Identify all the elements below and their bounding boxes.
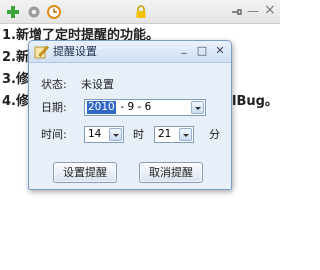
time-label: 时间:	[41, 128, 67, 141]
clock-icon[interactable]	[46, 4, 62, 20]
dialog-title: 提醒设置	[53, 45, 97, 58]
note-line-4-tail: lBug。	[232, 94, 278, 109]
minute-select[interactable]: 21	[154, 126, 194, 143]
minute-value: 21	[158, 128, 172, 140]
edit-note-icon	[34, 44, 49, 59]
chevron-down-icon	[183, 134, 189, 137]
set-reminder-button[interactable]: 设置提醒	[53, 162, 117, 183]
date-picker[interactable]: 2010 - 9 - 6	[84, 99, 206, 116]
dialog-body: 状态: 未设置 日期: 2010 - 9 - 6 时间: 14 时 21 分 设…	[29, 63, 231, 189]
date-year-field[interactable]: 2010	[87, 101, 116, 114]
pin-icon[interactable]	[229, 4, 245, 20]
cancel-reminder-button[interactable]: 取消提醒	[139, 162, 203, 183]
dialog-minimize-icon[interactable]: _	[177, 41, 191, 55]
date-label: 日期:	[41, 101, 67, 114]
add-icon[interactable]	[5, 4, 21, 20]
date-month-day[interactable]: - 9 - 6	[117, 101, 151, 114]
hour-value: 14	[88, 128, 102, 140]
reminder-dialog: 提醒设置 _ □ ✕ 状态: 未设置 日期: 2010 - 9 - 6 时间: …	[28, 40, 232, 190]
hour-dropdown-button[interactable]	[109, 128, 122, 141]
note-line-2: 2.新	[2, 50, 29, 65]
hour-unit: 时	[133, 128, 144, 141]
status-label: 状态:	[41, 78, 67, 91]
status-value: 未设置	[81, 78, 114, 91]
close-icon[interactable]: ×	[264, 2, 276, 18]
fade-overlay	[0, 190, 280, 270]
lock-icon[interactable]	[133, 4, 149, 20]
chevron-down-icon	[195, 107, 201, 110]
dialog-titlebar[interactable]: 提醒设置 _ □ ✕	[29, 41, 231, 63]
main-window: — × 1.新增了定时提醒的功能。 2.新 3.修 4.修 lBug。 提醒设置…	[0, 0, 280, 270]
minute-dropdown-button[interactable]	[179, 128, 192, 141]
date-dropdown-button[interactable]	[191, 101, 204, 114]
note-line-3: 3.修	[2, 72, 29, 87]
chevron-down-icon	[113, 134, 119, 137]
dialog-close-icon[interactable]: ✕	[213, 44, 227, 58]
minimize-icon[interactable]: —	[247, 3, 259, 19]
gear-icon[interactable]	[26, 4, 42, 20]
hour-select[interactable]: 14	[84, 126, 124, 143]
dialog-maximize-icon[interactable]: □	[195, 44, 209, 58]
minute-unit: 分	[209, 128, 220, 141]
toolbar: — ×	[0, 0, 280, 24]
note-line-4: 4.修	[2, 94, 29, 109]
